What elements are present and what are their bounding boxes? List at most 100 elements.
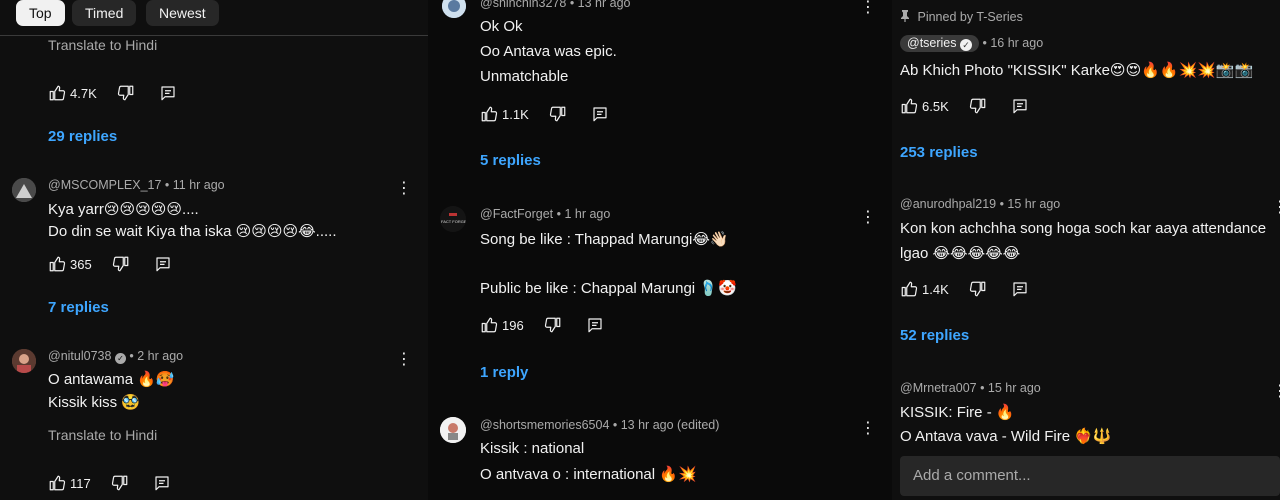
comment-meta[interactable]: @anurodhpal219 • 15 hr ago — [900, 197, 1060, 211]
like-count: 365 — [70, 256, 92, 272]
thumbs-down-icon[interactable] — [549, 105, 567, 123]
like-count: 196 — [502, 317, 524, 333]
comment-meta[interactable]: @MSCOMPLEX_17 • 11 hr ago — [48, 178, 225, 192]
comment-text-line: Ab Khich Photo "KISSIK" Karke😍😍🔥🔥💥💥📸📸 — [900, 62, 1254, 79]
pinned-label: Pinned by T-Series — [900, 10, 1023, 24]
thumbs-up-icon[interactable] — [900, 280, 918, 298]
translate-link[interactable]: Translate to Hindi — [48, 37, 157, 53]
comment-text-line: KISSIK: Fire - 🔥 — [900, 404, 1015, 421]
thumbs-down-icon[interactable] — [117, 84, 135, 102]
like-count: 1.1K — [502, 106, 529, 122]
thumbs-down-icon[interactable] — [969, 280, 987, 298]
comment-text-line: Song be like : Thappad Marungi😂👋🏻 — [480, 231, 729, 248]
comment-actions: 365 — [48, 254, 172, 274]
comment-meta: @nitul0738 ✓ • 2 hr ago — [48, 349, 183, 364]
author-handle: @tseries — [907, 36, 957, 50]
add-comment-input[interactable]: Add a comment... — [900, 456, 1280, 496]
more-vert-icon[interactable]: ⋮ — [860, 0, 876, 16]
comment-actions: 196 — [480, 315, 604, 335]
avatar[interactable]: FACT FORGET — [440, 206, 466, 232]
comment-actions: 1.1K — [480, 104, 609, 124]
comment-meta: @tseries ✓ • 16 hr ago — [900, 35, 1043, 52]
comment-text-line: O antvava o : international 🔥💥 — [480, 466, 697, 483]
thumbs-up-icon[interactable] — [48, 474, 66, 492]
like-count: 6.5K — [922, 98, 949, 114]
thumbs-down-icon[interactable] — [544, 316, 562, 334]
comment-actions: 117 — [48, 473, 171, 493]
more-vert-icon[interactable]: ⋮ — [1272, 200, 1280, 216]
comment-meta[interactable]: @shinchin3278 • 13 hr ago — [480, 0, 631, 10]
avatar-image — [12, 178, 36, 202]
replies-button[interactable]: 7 replies — [48, 299, 109, 316]
thumbs-up-icon[interactable] — [48, 84, 66, 102]
thumbs-down-icon[interactable] — [112, 255, 130, 273]
comment-text-line: Oo Antava was epic. — [480, 43, 617, 60]
comment-time[interactable]: • 2 hr ago — [129, 349, 183, 363]
thumbs-up-icon[interactable] — [900, 97, 918, 115]
avatar[interactable] — [442, 0, 466, 18]
comment-text-line: O antawama 🔥🥵 — [48, 371, 175, 388]
author-handle[interactable]: @nitul0738 — [48, 349, 111, 363]
like-count: 1.4K — [922, 281, 949, 297]
thumbs-up-icon[interactable] — [480, 105, 498, 123]
thumbs-down-icon[interactable] — [969, 97, 987, 115]
pin-icon — [901, 10, 909, 22]
comment-text-line: lgao 😂😂😂😂😂 — [900, 245, 1021, 262]
comment-meta[interactable]: @shortsmemories6504 • 13 hr ago (edited) — [480, 418, 719, 432]
more-vert-icon[interactable]: ⋮ — [860, 210, 876, 226]
replies-button[interactable]: 52 replies — [900, 327, 969, 344]
comment-actions: 6.5K — [900, 96, 1029, 116]
avatar-image — [442, 0, 466, 18]
more-vert-icon[interactable]: ⋮ — [396, 181, 412, 197]
translate-link[interactable]: Translate to Hindi — [48, 427, 157, 443]
reply-icon[interactable] — [591, 105, 609, 123]
like-count: 4.7K — [70, 85, 97, 101]
filter-chip-newest[interactable]: Newest — [146, 0, 219, 26]
more-vert-icon[interactable]: ⋮ — [396, 352, 412, 368]
verified-check-icon: ✓ — [114, 353, 126, 364]
comment-meta[interactable]: @Mrnetra007 • 15 hr ago — [900, 381, 1041, 395]
comment-text-line: Kon kon achchha song hoga soch kar aaya … — [900, 220, 1267, 237]
replies-button[interactable]: 253 replies — [900, 144, 978, 161]
author-handle-chip[interactable]: @tseries ✓ — [900, 35, 979, 52]
comment-time[interactable]: • 16 hr ago — [982, 36, 1043, 50]
comment-text-line: Kissik : national — [480, 440, 585, 457]
reply-icon[interactable] — [586, 316, 604, 334]
avatar-image — [440, 417, 466, 443]
thumbs-up-icon[interactable] — [48, 255, 66, 273]
verified-check-icon: ✓ — [960, 39, 972, 51]
avatar-logo-text: FACT FORGET — [441, 219, 466, 224]
comment-text-line: Ok Ok — [480, 18, 523, 35]
comment-text-line: Kissik kiss 🥸 — [48, 394, 141, 411]
reply-icon[interactable] — [154, 255, 172, 273]
avatar[interactable] — [12, 178, 36, 202]
replies-button[interactable]: 29 replies — [48, 128, 117, 145]
avatar[interactable] — [12, 349, 36, 373]
thumbs-down-icon[interactable] — [111, 474, 129, 492]
more-vert-icon[interactable]: ⋮ — [1272, 384, 1280, 400]
comment-actions: 1.4K — [900, 279, 1029, 299]
comment-meta[interactable]: @FactForget • 1 hr ago — [480, 207, 610, 221]
comment-text-line: Kya yarr😢😢😢😢😢.... — [48, 201, 199, 218]
reply-icon[interactable] — [1011, 97, 1029, 115]
comment-actions: 4.7K — [48, 83, 177, 103]
comment-text-line: Public be like : Chappal Marungi 🩴🤡 — [480, 280, 737, 297]
comments-panel-middle: @shinchin3278 • 13 hr ago ⋮ Ok Ok Oo Ant… — [428, 0, 892, 500]
like-count: 117 — [70, 475, 91, 491]
reply-icon[interactable] — [153, 474, 171, 492]
replies-button[interactable]: 5 replies — [480, 152, 541, 169]
divider — [0, 35, 428, 36]
comment-text-line: Unmatchable — [480, 68, 569, 85]
comments-panel-right: Pinned by T-Series @tseries ✓ • 16 hr ag… — [892, 0, 1280, 500]
avatar[interactable] — [440, 417, 466, 443]
reply-icon[interactable] — [1011, 280, 1029, 298]
more-vert-icon[interactable]: ⋮ — [860, 421, 876, 437]
reply-icon[interactable] — [159, 84, 177, 102]
comment-text-line: O Antava vava - Wild Fire ❤️‍🔥🔱 — [900, 428, 1112, 445]
pinned-text: Pinned by T-Series — [917, 10, 1023, 24]
thumbs-up-icon[interactable] — [480, 316, 498, 334]
replies-button[interactable]: 1 reply — [480, 364, 528, 381]
filter-chip-top[interactable]: Top — [16, 0, 65, 26]
comments-panel-left: Top Timed Newest Translate to Hindi 4.7K… — [0, 0, 428, 500]
filter-chip-timed[interactable]: Timed — [72, 0, 137, 26]
